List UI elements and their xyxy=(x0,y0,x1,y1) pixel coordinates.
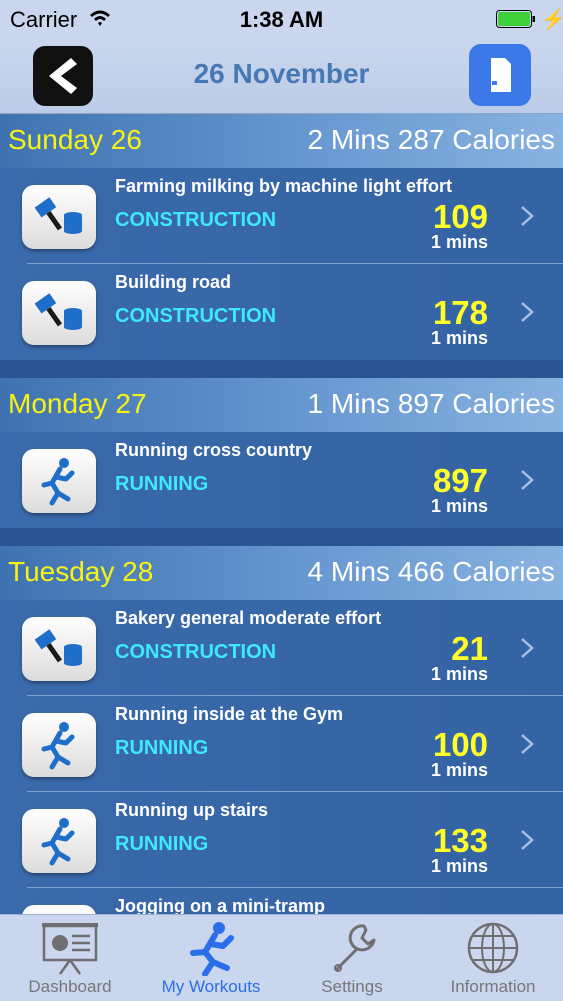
workout-title: Running cross country xyxy=(115,440,313,460)
workout-category: CONSTRUCTION xyxy=(115,209,277,231)
workout-row[interactable]: Bakery general moderate effort CONSTRUCT… xyxy=(0,600,563,696)
status-bar: Carrier 1:38 AM ⚡ xyxy=(0,0,563,40)
workout-row[interactable]: Running up stairs RUNNING 133 1 mins xyxy=(0,792,563,888)
day-header: Sunday 26 2 Mins 287 Calories xyxy=(0,114,563,168)
workout-row[interactable]: Building road CONSTRUCTION 178 1 mins xyxy=(0,264,563,360)
charging-icon: ⚡ xyxy=(541,9,563,31)
tab-settings[interactable]: Settings xyxy=(282,915,422,1001)
workout-category: CONSTRUCTION xyxy=(115,641,277,663)
workout-duration: 1 mins xyxy=(430,496,488,516)
workout-row[interactable]: Jogging on a mini-tramp xyxy=(0,888,563,914)
section-gap xyxy=(0,528,563,546)
workout-duration: 1 mins xyxy=(430,328,488,348)
runner-icon xyxy=(22,905,96,914)
navigation-bar: 26 November xyxy=(0,40,563,114)
workout-title: Running inside at the Gym xyxy=(115,704,344,724)
day-header: Tuesday 28 4 Mins 466 Calories xyxy=(0,546,563,600)
day-label: Monday 27 xyxy=(8,388,147,419)
document-icon xyxy=(491,58,511,92)
workout-title: Jogging on a mini-tramp xyxy=(115,896,325,914)
workout-title: Building road xyxy=(115,272,231,292)
workout-calories: 897 xyxy=(432,462,488,499)
tab-label: Settings xyxy=(321,977,383,996)
workout-calories: 178 xyxy=(432,294,488,331)
chevron-right-icon xyxy=(521,734,534,754)
workout-calories: 21 xyxy=(451,630,488,667)
section-gap xyxy=(0,360,563,378)
workout-duration: 1 mins xyxy=(430,232,488,252)
workout-list[interactable]: Sunday 26 2 Mins 287 Calories Farming mi… xyxy=(0,114,563,914)
construction-icon xyxy=(22,281,96,345)
day-label: Tuesday 28 xyxy=(8,556,154,587)
workout-row[interactable]: Running inside at the Gym RUNNING 100 1 … xyxy=(0,696,563,792)
tab-information[interactable]: Information xyxy=(423,915,563,1001)
workout-title: Bakery general moderate effort xyxy=(115,608,382,628)
status-time: 1:38 AM xyxy=(239,7,324,32)
workout-duration: 1 mins xyxy=(430,856,488,876)
runner-icon xyxy=(22,809,96,873)
construction-icon xyxy=(22,185,96,249)
workout-title: Running up stairs xyxy=(115,800,268,820)
workout-category: CONSTRUCTION xyxy=(115,305,277,327)
workout-row[interactable]: Running cross country RUNNING 897 1 mins xyxy=(0,432,563,528)
workout-category: RUNNING xyxy=(115,737,209,759)
construction-icon xyxy=(22,617,96,681)
day-header: Monday 27 1 Mins 897 Calories xyxy=(0,378,563,432)
battery-icon xyxy=(496,10,535,28)
workout-calories: 133 xyxy=(432,822,488,859)
runner-icon xyxy=(190,922,234,976)
wrench-icon xyxy=(334,924,376,972)
workout-row[interactable]: Farming milking by machine light effort … xyxy=(0,168,563,264)
document-button[interactable] xyxy=(469,44,531,106)
tab-dashboard[interactable]: Dashboard xyxy=(0,915,140,1001)
globe-icon xyxy=(467,922,519,974)
workout-calories: 100 xyxy=(432,726,488,763)
presentation-board-icon xyxy=(42,923,98,975)
workout-duration: 1 mins xyxy=(430,760,488,780)
workout-title: Farming milking by machine light effort xyxy=(115,176,453,196)
chevron-right-icon xyxy=(521,830,534,850)
workout-category: RUNNING xyxy=(115,473,209,495)
tab-label: Information xyxy=(450,977,536,996)
workout-category: RUNNING xyxy=(115,833,209,855)
day-summary: 1 Mins 897 Calories xyxy=(307,388,555,419)
chevron-right-icon xyxy=(521,302,534,322)
runner-icon xyxy=(22,713,96,777)
day-summary: 2 Mins 287 Calories xyxy=(307,124,555,155)
runner-icon xyxy=(22,449,96,513)
tab-my-workouts[interactable]: My Workouts xyxy=(141,915,281,1001)
day-label: Sunday 26 xyxy=(8,124,142,155)
tab-label: My Workouts xyxy=(161,977,261,996)
tab-bar: Dashboard My Workouts Settings Informati… xyxy=(0,914,563,1001)
tab-label: Dashboard xyxy=(28,977,112,996)
chevron-right-icon xyxy=(521,470,534,490)
chevron-right-icon xyxy=(521,638,534,658)
workout-calories: 109 xyxy=(432,198,488,235)
day-summary: 4 Mins 466 Calories xyxy=(307,556,555,587)
workout-duration: 1 mins xyxy=(430,664,488,684)
chevron-right-icon xyxy=(521,206,534,226)
